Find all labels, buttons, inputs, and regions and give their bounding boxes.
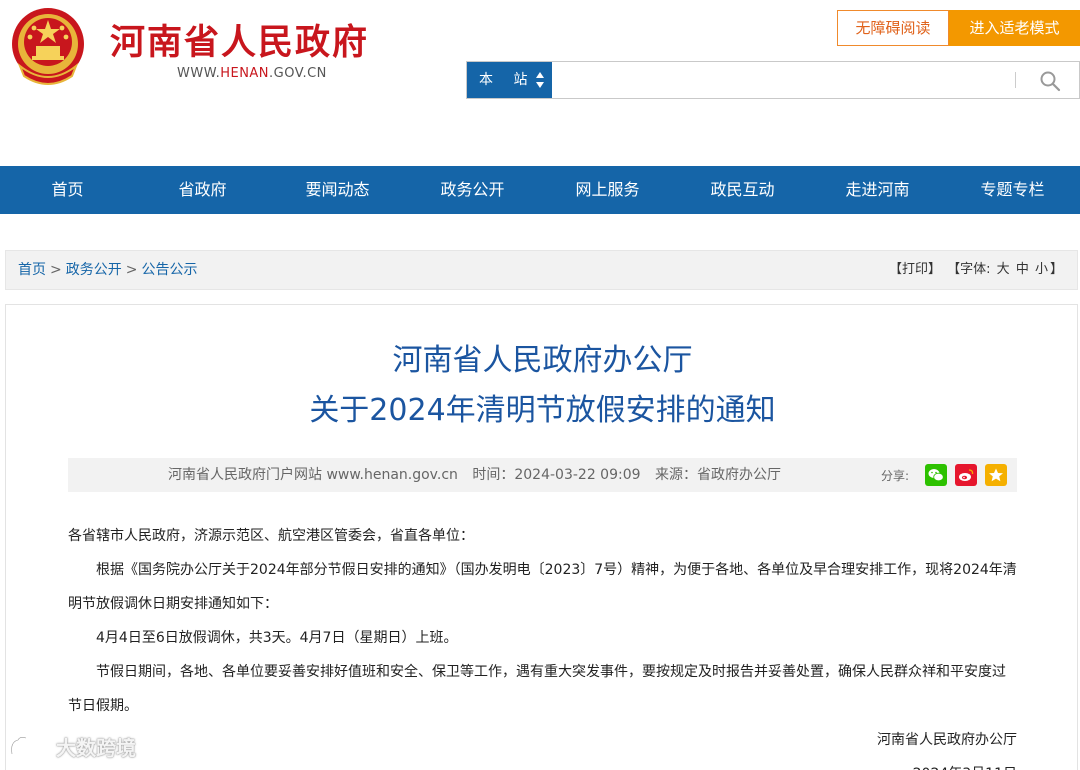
elder-mode-button[interactable]: 进入适老模式	[949, 10, 1080, 46]
nav-item-about-henan[interactable]: 走进河南	[810, 166, 945, 214]
meta-source-site: 河南省人民政府门户网站 www.henan.gov.cn	[168, 467, 458, 483]
watermark: 大数跨境	[8, 732, 136, 761]
breadcrumb-separator: >	[125, 262, 138, 278]
nav-item-provincial-government[interactable]: 省政府	[135, 166, 270, 214]
article: 河南省人民政府办公厅 关于2024年清明节放假安排的通知 河南省人民政府门户网站…	[5, 304, 1078, 770]
search-bar: 本 站	[466, 61, 1080, 99]
nav-item-government-affairs[interactable]: 政务公开	[405, 166, 540, 214]
url-prefix: WWW.	[177, 66, 221, 81]
article-title-line2: 关于2024年清明节放假安排的通知	[309, 393, 776, 428]
font-medium-button[interactable]: 中	[1016, 262, 1029, 277]
breadcrumb-item-announcements[interactable]: 公告公示	[141, 262, 197, 278]
site-header: 河南省人民政府 WWW.HENAN.GOV.CN 无障碍阅读 进入适老模式 本 …	[0, 0, 1080, 166]
search-icon[interactable]	[1039, 70, 1061, 92]
meta-time: 时间：2024-03-22 09:09	[472, 467, 641, 483]
meta-origin: 来源：省政府办公厅	[654, 467, 781, 483]
site-title[interactable]: 河南省人民政府	[110, 14, 369, 65]
search-input[interactable]	[553, 62, 1013, 98]
breadcrumb-item-government-affairs[interactable]: 政务公开	[66, 262, 122, 278]
breadcrumb-item-home[interactable]: 首页	[18, 262, 46, 278]
salutation-paragraph: 各省辖市人民政府，济源示范区、航空港区管委会，省直各单位：	[68, 528, 474, 544]
search-scope-select[interactable]: 本 站	[467, 62, 552, 98]
article-title-line1: 河南省人民政府办公厅	[392, 343, 693, 378]
wechat-icon[interactable]	[925, 464, 947, 486]
issue-date: 2024年3月11日	[68, 757, 1017, 770]
search-divider	[1015, 72, 1016, 88]
breadcrumb: 首页 > 政务公开 > 公告公示	[18, 251, 197, 289]
body-paragraph-2: 4月4日至6日放假调休，共3天。4月7日（星期日）上班。	[96, 630, 458, 646]
nav-item-special-topics[interactable]: 专题专栏	[945, 166, 1080, 214]
font-small-button[interactable]: 小	[1035, 262, 1048, 277]
site-url: WWW.HENAN.GOV.CN	[177, 66, 327, 81]
breadcrumb-bar: 首页 > 政务公开 > 公告公示 【打印】 【字体: 大 中 小】	[5, 250, 1078, 290]
main-nav: 首页 省政府 要闻动态 政务公开 网上服务 政民互动 走进河南 专题专栏	[0, 166, 1080, 214]
nav-item-interaction[interactable]: 政民互动	[675, 166, 810, 214]
body-paragraph-1: 根据《国务院办公厅关于2024年部分节假日安排的通知》（国办发明电〔2023〕7…	[68, 562, 1017, 612]
weibo-icon[interactable]	[955, 464, 977, 486]
url-suffix: .GOV.CN	[269, 66, 327, 81]
article-meta: 河南省人民政府门户网站 www.henan.gov.cn 时间：2024-03-…	[168, 458, 791, 492]
print-button[interactable]: 【打印】	[889, 262, 941, 277]
national-emblem-icon[interactable]	[8, 6, 88, 86]
accessibility-button[interactable]: 无障碍阅读	[837, 10, 949, 46]
body-paragraph-3: 节假日期间，各地、各单位要妥善安排好值班和安全、保卫等工作，遇有重大突发事件，要…	[68, 664, 1006, 714]
search-scope-label: 本 站	[479, 72, 536, 88]
font-size-close: 】	[1049, 262, 1063, 277]
font-large-button[interactable]: 大	[997, 262, 1010, 277]
share-bar: 分享:	[881, 458, 1007, 492]
article-meta-bar: 河南省人民政府门户网站 www.henan.gov.cn 时间：2024-03-…	[68, 458, 1017, 492]
nav-item-news[interactable]: 要闻动态	[270, 166, 405, 214]
star-icon[interactable]	[985, 464, 1007, 486]
watermark-text: 大数跨境	[56, 736, 136, 760]
url-brand: HENAN	[220, 66, 270, 81]
page-tools: 【打印】 【字体: 大 中 小】	[887, 251, 1063, 289]
signature: 河南省人民政府办公厅	[877, 732, 1017, 748]
watermark-logo-icon	[10, 735, 49, 754]
font-size-label: 【字体:	[947, 262, 991, 277]
share-label: 分享:	[880, 468, 909, 483]
nav-item-home[interactable]: 首页	[0, 166, 135, 214]
article-body: 各省辖市人民政府，济源示范区、航空港区管委会，省直各单位： 根据《国务院办公厅关…	[68, 519, 1017, 770]
nav-item-online-services[interactable]: 网上服务	[540, 166, 675, 214]
breadcrumb-separator: >	[50, 262, 62, 278]
sort-arrows-icon	[536, 72, 544, 88]
